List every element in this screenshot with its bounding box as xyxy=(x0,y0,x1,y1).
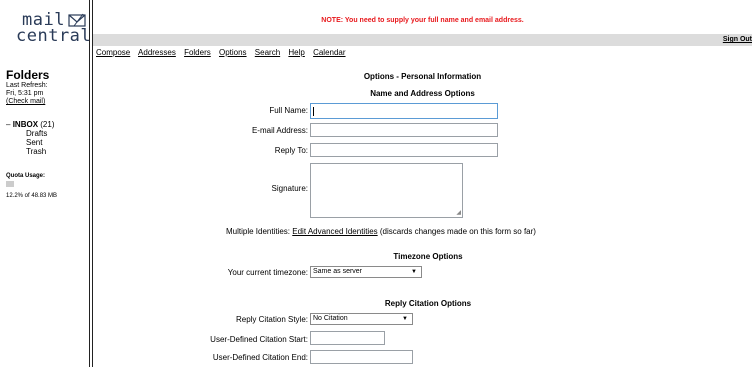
quota-label: Quota Usage: xyxy=(6,173,46,179)
mailcentral-logo: mail central xyxy=(16,12,92,46)
multiple-identities-row: Multiple Identities: Edit Advanced Ident… xyxy=(226,227,536,236)
full-name-input[interactable] xyxy=(310,103,498,119)
citation-style-value: No Citation xyxy=(313,315,348,322)
top-bar xyxy=(93,34,752,46)
folders-title: Folders xyxy=(6,68,50,82)
resize-grip-icon[interactable]: ◢ xyxy=(456,210,461,216)
envelope-icon xyxy=(68,13,86,27)
main-menu: Compose Addresses Folders Options Search… xyxy=(96,48,352,57)
folder-drafts[interactable]: Drafts xyxy=(6,129,55,138)
timezone-value: Same as server xyxy=(313,268,363,275)
sidebar: mail central Folders Last Refresh: Fri, … xyxy=(0,0,92,367)
quota-bar xyxy=(6,181,14,187)
folder-trash[interactable]: Trash xyxy=(6,147,55,156)
menu-options[interactable]: Options xyxy=(219,48,247,57)
menu-help[interactable]: Help xyxy=(288,48,304,57)
timezone-select[interactable]: Same as server ▼ xyxy=(310,266,422,278)
citation-end-label: User-Defined Citation End: xyxy=(212,353,308,362)
folder-inbox[interactable]: – INBOX (21) xyxy=(6,120,55,129)
reply-to-input[interactable] xyxy=(310,143,498,157)
section-timezone: Timezone Options xyxy=(393,252,463,261)
citation-style-label: Reply Citation Style: xyxy=(235,315,308,324)
last-refresh-label: Last Refresh: xyxy=(6,82,48,89)
section-name-address: Name and Address Options xyxy=(370,89,475,98)
sign-out-link[interactable]: Sign Out xyxy=(723,34,752,46)
signature-textarea[interactable]: ◢ xyxy=(310,163,463,218)
sidebar-divider xyxy=(89,0,90,367)
citation-start-label: User-Defined Citation Start: xyxy=(210,335,308,344)
citation-start-input[interactable] xyxy=(310,331,385,345)
page-title: Options - Personal Information xyxy=(363,72,482,81)
citation-end-input[interactable] xyxy=(310,350,413,364)
inbox-label[interactable]: INBOX xyxy=(13,120,38,129)
check-mail-link[interactable]: (Check mail) xyxy=(6,98,45,105)
email-input[interactable] xyxy=(310,123,498,137)
menu-search[interactable]: Search xyxy=(255,48,280,57)
dropdown-arrow-icon[interactable]: ▼ xyxy=(402,314,408,324)
menu-addresses[interactable]: Addresses xyxy=(138,48,176,57)
text-caret xyxy=(313,107,314,116)
section-reply-citation: Reply Citation Options xyxy=(384,299,472,308)
folder-tree: – INBOX (21) Drafts Sent Trash xyxy=(6,120,55,156)
email-label: E-mail Address: xyxy=(251,126,308,135)
identities-label: Multiple Identities: xyxy=(226,227,291,236)
quota-text: 12.2% of 48.83 MB xyxy=(6,193,58,199)
logo-text-central: central xyxy=(16,26,92,46)
signature-label: Signature: xyxy=(271,184,308,193)
menu-calendar[interactable]: Calendar xyxy=(313,48,345,57)
timezone-label: Your current timezone: xyxy=(227,268,308,277)
reply-to-label: Reply To: xyxy=(274,146,308,155)
collapse-icon[interactable]: – xyxy=(6,120,10,129)
refresh-info: Last Refresh: Fri, 5:31 pm (Check mail) xyxy=(6,82,48,106)
inbox-count: (21) xyxy=(40,120,55,129)
last-refresh-time: Fri, 5:31 pm xyxy=(6,90,44,97)
menu-compose[interactable]: Compose xyxy=(96,48,130,57)
menu-folders[interactable]: Folders xyxy=(184,48,211,57)
identities-note: (discards changes made on this form so f… xyxy=(379,227,536,236)
full-name-label: Full Name: xyxy=(269,106,308,115)
notice-message: NOTE: You need to supply your full name … xyxy=(321,17,524,24)
citation-style-select[interactable]: No Citation ▼ xyxy=(310,313,413,325)
dropdown-arrow-icon[interactable]: ▼ xyxy=(411,267,417,277)
folder-sent[interactable]: Sent xyxy=(6,138,55,147)
sidebar-divider xyxy=(92,0,93,367)
edit-identities-link[interactable]: Edit Advanced Identities xyxy=(292,227,377,236)
